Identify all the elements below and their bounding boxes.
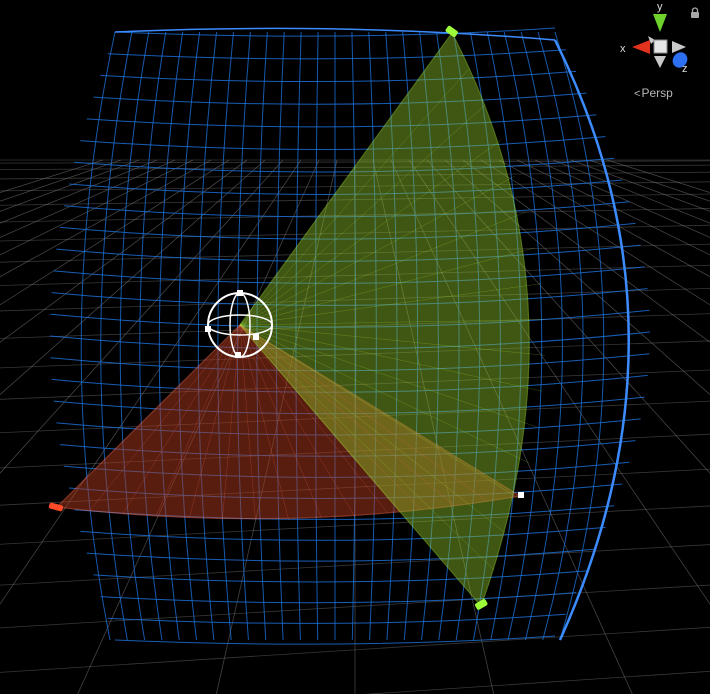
sphere-latitude-line (107, 49, 566, 60)
projection-label: Persp (641, 86, 673, 100)
sphere-longitude-line (119, 31, 150, 641)
gizmo-x-label: x (620, 43, 626, 55)
light-source-handle[interactable] (235, 352, 241, 358)
gizmo-z-label: z (682, 63, 688, 75)
floor-grid-line (552, 159, 710, 224)
floor-grid-line (0, 159, 140, 212)
vertical-angle-sector (239, 31, 530, 608)
chevron-left-icon: < (634, 88, 641, 100)
sphere-latitude-line (86, 114, 597, 128)
sphere-longitude-line (80, 31, 116, 641)
scene-canvas[interactable] (0, 0, 710, 694)
sphere-latitude-line (100, 70, 577, 83)
gizmo-center-cube[interactable] (653, 39, 668, 54)
gizmo-y-cone[interactable] (653, 14, 667, 32)
gizmo-y-label: y (657, 1, 663, 13)
floor-grid-line (498, 159, 710, 278)
arc-intersection-handle[interactable] (518, 492, 524, 498)
light-source-handle[interactable] (205, 326, 211, 332)
sphere-latitude-line (100, 592, 577, 604)
light-source-handle[interactable] (237, 290, 243, 296)
lock-icon[interactable] (690, 7, 700, 19)
sphere-longitude-line (197, 31, 218, 641)
gizmo-neg-y-cone[interactable] (654, 56, 666, 68)
sphere-latitude-line (93, 570, 587, 583)
angle-arcs (55, 31, 545, 608)
scene-viewport[interactable]: y x z <Persp (0, 0, 710, 694)
projection-toggle[interactable]: <Persp (634, 86, 673, 100)
gizmo-neg-x-cone[interactable] (672, 41, 686, 53)
sphere-longitude-line (100, 31, 133, 641)
floor-grid-line (570, 159, 710, 212)
gizmo-x-cone[interactable] (632, 40, 650, 54)
light-source-handle[interactable] (253, 334, 259, 340)
sphere-latitude-line (93, 92, 587, 105)
sphere-latitude-line (86, 548, 597, 562)
